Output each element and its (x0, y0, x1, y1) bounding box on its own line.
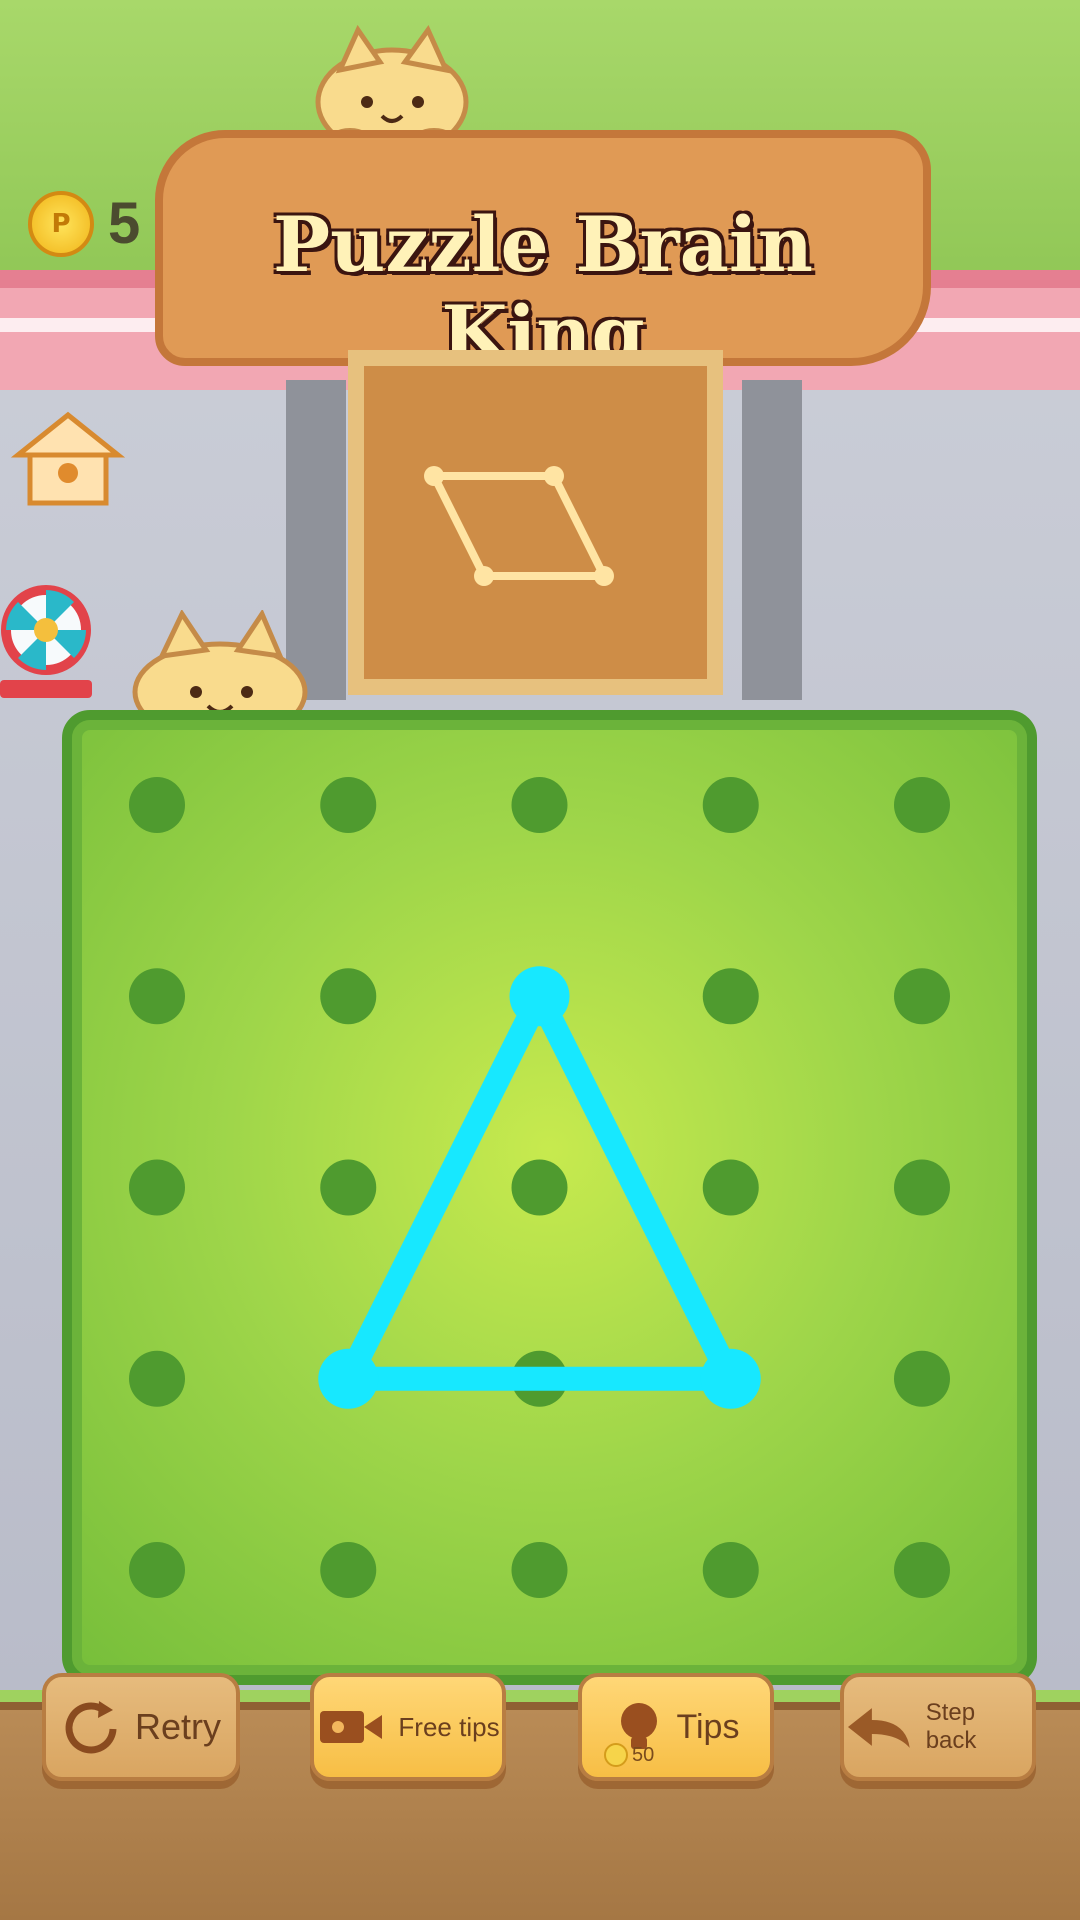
board-peg[interactable] (129, 968, 185, 1025)
board-peg[interactable] (320, 1159, 377, 1216)
retry-icon (65, 1701, 117, 1754)
board-peg[interactable] (129, 777, 185, 833)
right-pillar (742, 380, 802, 700)
board-peg[interactable] (320, 1542, 377, 1598)
selected-peg[interactable] (509, 966, 570, 1027)
board-peg[interactable] (129, 1350, 185, 1407)
retry-button[interactable]: Retry (42, 1673, 240, 1781)
board-peg[interactable] (129, 1159, 185, 1216)
coin-icon: P (28, 190, 94, 257)
board-peg[interactable] (894, 1159, 950, 1216)
tips-label: Tips (676, 1707, 740, 1746)
free-tips-button[interactable]: Free tips (310, 1673, 506, 1781)
video-icon (320, 1711, 383, 1743)
coin-value: 5 (108, 191, 141, 256)
board-peg[interactable] (894, 777, 950, 833)
board-svg[interactable] (72, 720, 1027, 1675)
board-peg[interactable] (702, 968, 759, 1025)
house-icon[interactable] (8, 405, 128, 515)
board-peg[interactable] (702, 777, 759, 833)
coin-icon (604, 1743, 628, 1767)
back-arrow-icon (847, 1708, 910, 1748)
step-back-label: Step back (925, 1699, 977, 1754)
step-back-button[interactable]: Step back (840, 1673, 1036, 1781)
board-peg[interactable] (894, 1542, 950, 1598)
board-peg[interactable] (511, 777, 568, 833)
tips-cost-badge: 50 (604, 1743, 654, 1767)
peg-board[interactable] (62, 710, 1037, 1685)
coin-counter: P 5 (28, 190, 140, 257)
board-peg[interactable] (702, 1542, 759, 1598)
board-peg[interactable] (129, 1542, 185, 1598)
selected-peg[interactable] (318, 1348, 379, 1409)
tips-cost: 50 (632, 1743, 655, 1766)
board-peg[interactable] (894, 1350, 950, 1407)
retry-label: Retry (134, 1706, 221, 1747)
free-tips-label: Free tips (398, 1711, 500, 1742)
board-peg[interactable] (702, 1159, 759, 1216)
parallelogram-icon (424, 466, 614, 586)
wheel-icon[interactable] (0, 578, 92, 708)
target-shape-panel (348, 350, 723, 695)
tips-button[interactable]: Tips 50 (578, 1673, 774, 1781)
title-board: Puzzle Brain King (155, 130, 931, 378)
board-peg[interactable] (320, 777, 377, 833)
board-peg[interactable] (511, 1159, 568, 1216)
selected-peg[interactable] (700, 1348, 761, 1409)
board-peg[interactable] (320, 968, 377, 1025)
board-peg[interactable] (511, 1542, 568, 1598)
board-peg[interactable] (894, 968, 950, 1025)
